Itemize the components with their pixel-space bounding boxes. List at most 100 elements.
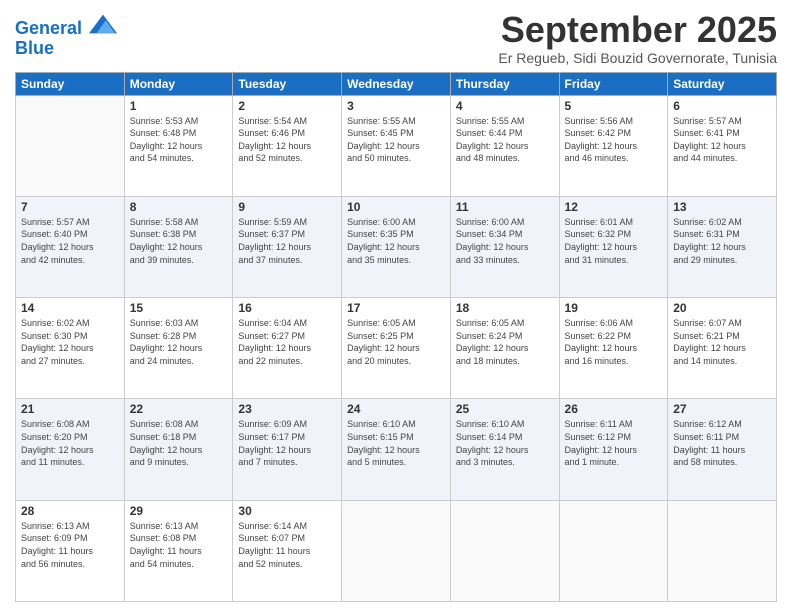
day-info: Sunrise: 5:58 AM Sunset: 6:38 PM Dayligh… [130, 216, 228, 266]
table-row: 1Sunrise: 5:53 AM Sunset: 6:48 PM Daylig… [124, 95, 233, 196]
day-info: Sunrise: 6:04 AM Sunset: 6:27 PM Dayligh… [238, 317, 336, 367]
header-sunday: Sunday [16, 72, 125, 95]
day-info: Sunrise: 6:09 AM Sunset: 6:17 PM Dayligh… [238, 418, 336, 468]
day-number: 23 [238, 402, 336, 416]
calendar-week-row: 7Sunrise: 5:57 AM Sunset: 6:40 PM Daylig… [16, 196, 777, 297]
day-info: Sunrise: 6:11 AM Sunset: 6:12 PM Dayligh… [565, 418, 663, 468]
day-info: Sunrise: 6:01 AM Sunset: 6:32 PM Dayligh… [565, 216, 663, 266]
day-number: 2 [238, 99, 336, 113]
calendar-week-row: 21 Sunrise: 6:08 AM Sunset: 6:20 PM Dayli… [16, 399, 777, 500]
day-number: 6 [673, 99, 771, 113]
table-row: 29 Sunrise: 6:13 AM Sunset: 6:08 PM Dayli… [124, 500, 233, 601]
table-row: 21 Sunrise: 6:08 AM Sunset: 6:20 PM Dayli… [16, 399, 125, 500]
table-row [450, 500, 559, 601]
day-info: Sunrise: 5:54 AM Sunset: 6:46 PM Dayligh… [238, 115, 336, 165]
table-row: 18 Sunrise: 6:05 AM Sunset: 6:24 PM Dayli… [450, 298, 559, 399]
table-row [668, 500, 777, 601]
table-row: 4 Sunrise: 5:55 AM Sunset: 6:44 PM Daylig… [450, 95, 559, 196]
table-row [559, 500, 668, 601]
table-row: 26 Sunrise: 6:11 AM Sunset: 6:12 PM Dayli… [559, 399, 668, 500]
day-info: Sunrise: 6:00 AM Sunset: 6:35 PM Dayligh… [347, 216, 445, 266]
day-number: 12 [565, 200, 663, 214]
day-number: 30 [238, 504, 336, 518]
day-info: Sunrise: 6:00 AM Sunset: 6:34 PM Dayligh… [456, 216, 554, 266]
table-row [342, 500, 451, 601]
header-saturday: Saturday [668, 72, 777, 95]
day-number: 22 [130, 402, 228, 416]
calendar-week-row: 1Sunrise: 5:53 AM Sunset: 6:48 PM Daylig… [16, 95, 777, 196]
day-number: 14 [21, 301, 119, 315]
day-number: 19 [565, 301, 663, 315]
day-number: 26 [565, 402, 663, 416]
day-number: 4 [456, 99, 554, 113]
table-row: 13Sunrise: 6:02 AM Sunset: 6:31 PM Dayli… [668, 196, 777, 297]
day-number: 1 [130, 99, 228, 113]
day-number: 13 [673, 200, 771, 214]
table-row: 27Sunrise: 6:12 AM Sunset: 6:11 PM Dayli… [668, 399, 777, 500]
header-thursday: Thursday [450, 72, 559, 95]
table-row: 24 Sunrise: 6:10 AM Sunset: 6:15 PM Dayli… [342, 399, 451, 500]
day-number: 8 [130, 200, 228, 214]
day-info: Sunrise: 6:08 AM Sunset: 6:18 PM Dayligh… [130, 418, 228, 468]
calendar-week-row: 14 Sunrise: 6:02 AM Sunset: 6:30 PM Dayli… [16, 298, 777, 399]
table-row: 10 Sunrise: 6:00 AM Sunset: 6:35 PM Dayli… [342, 196, 451, 297]
location: Er Regueb, Sidi Bouzid Governorate, Tuni… [498, 50, 777, 66]
day-info: Sunrise: 6:03 AM Sunset: 6:28 PM Dayligh… [130, 317, 228, 367]
day-number: 7 [21, 200, 119, 214]
day-number: 5 [565, 99, 663, 113]
day-number: 20 [673, 301, 771, 315]
day-number: 10 [347, 200, 445, 214]
day-info: Sunrise: 5:59 AM Sunset: 6:37 PM Dayligh… [238, 216, 336, 266]
table-row: 6 Sunrise: 5:57 AM Sunset: 6:41 PM Daylig… [668, 95, 777, 196]
table-row: 3 Sunrise: 5:55 AM Sunset: 6:45 PM Daylig… [342, 95, 451, 196]
table-row: 8 Sunrise: 5:58 AM Sunset: 6:38 PM Daylig… [124, 196, 233, 297]
table-row: 22 Sunrise: 6:08 AM Sunset: 6:18 PM Dayli… [124, 399, 233, 500]
day-number: 17 [347, 301, 445, 315]
day-info: Sunrise: 6:13 AM Sunset: 6:08 PM Dayligh… [130, 520, 228, 570]
day-number: 11 [456, 200, 554, 214]
table-row: 25Sunrise: 6:10 AM Sunset: 6:14 PM Dayli… [450, 399, 559, 500]
table-row: 23 Sunrise: 6:09 AM Sunset: 6:17 PM Dayli… [233, 399, 342, 500]
day-number: 9 [238, 200, 336, 214]
day-info: Sunrise: 6:06 AM Sunset: 6:22 PM Dayligh… [565, 317, 663, 367]
month-title: September 2025 [498, 10, 777, 50]
logo-general: General [15, 18, 82, 38]
day-info: Sunrise: 6:05 AM Sunset: 6:25 PM Dayligh… [347, 317, 445, 367]
day-info: Sunrise: 6:02 AM Sunset: 6:30 PM Dayligh… [21, 317, 119, 367]
calendar-page: General Blue September 2025 Er Regueb, S… [0, 0, 792, 612]
day-number: 24 [347, 402, 445, 416]
logo-icon [89, 14, 117, 34]
day-info: Sunrise: 5:55 AM Sunset: 6:45 PM Dayligh… [347, 115, 445, 165]
table-row: 28Sunrise: 6:13 AM Sunset: 6:09 PM Dayli… [16, 500, 125, 601]
day-info: Sunrise: 6:10 AM Sunset: 6:15 PM Dayligh… [347, 418, 445, 468]
calendar-table: Sunday Monday Tuesday Wednesday Thursday… [15, 72, 777, 602]
day-info: Sunrise: 5:55 AM Sunset: 6:44 PM Dayligh… [456, 115, 554, 165]
table-row: 2 Sunrise: 5:54 AM Sunset: 6:46 PM Daylig… [233, 95, 342, 196]
header-wednesday: Wednesday [342, 72, 451, 95]
day-info: Sunrise: 5:57 AM Sunset: 6:41 PM Dayligh… [673, 115, 771, 165]
table-row: 16 Sunrise: 6:04 AM Sunset: 6:27 PM Dayli… [233, 298, 342, 399]
day-info: Sunrise: 6:13 AM Sunset: 6:09 PM Dayligh… [21, 520, 119, 570]
day-info: Sunrise: 6:08 AM Sunset: 6:20 PM Dayligh… [21, 418, 119, 468]
table-row: 30Sunrise: 6:14 AM Sunset: 6:07 PM Dayli… [233, 500, 342, 601]
day-number: 27 [673, 402, 771, 416]
header-tuesday: Tuesday [233, 72, 342, 95]
table-row: 7Sunrise: 5:57 AM Sunset: 6:40 PM Daylig… [16, 196, 125, 297]
table-row: 9 Sunrise: 5:59 AM Sunset: 6:37 PM Daylig… [233, 196, 342, 297]
day-number: 18 [456, 301, 554, 315]
day-number: 3 [347, 99, 445, 113]
table-row: 15Sunrise: 6:03 AM Sunset: 6:28 PM Dayli… [124, 298, 233, 399]
table-row: 14 Sunrise: 6:02 AM Sunset: 6:30 PM Dayli… [16, 298, 125, 399]
logo: General Blue [15, 14, 117, 59]
day-number: 29 [130, 504, 228, 518]
day-info: Sunrise: 6:07 AM Sunset: 6:21 PM Dayligh… [673, 317, 771, 367]
day-info: Sunrise: 5:56 AM Sunset: 6:42 PM Dayligh… [565, 115, 663, 165]
title-block: September 2025 Er Regueb, Sidi Bouzid Go… [498, 10, 777, 66]
day-number: 16 [238, 301, 336, 315]
day-info: Sunrise: 6:05 AM Sunset: 6:24 PM Dayligh… [456, 317, 554, 367]
header-friday: Friday [559, 72, 668, 95]
header: General Blue September 2025 Er Regueb, S… [15, 10, 777, 66]
day-number: 21 [21, 402, 119, 416]
table-row: 11 Sunrise: 6:00 AM Sunset: 6:34 PM Dayli… [450, 196, 559, 297]
logo-blue: Blue [15, 39, 117, 59]
